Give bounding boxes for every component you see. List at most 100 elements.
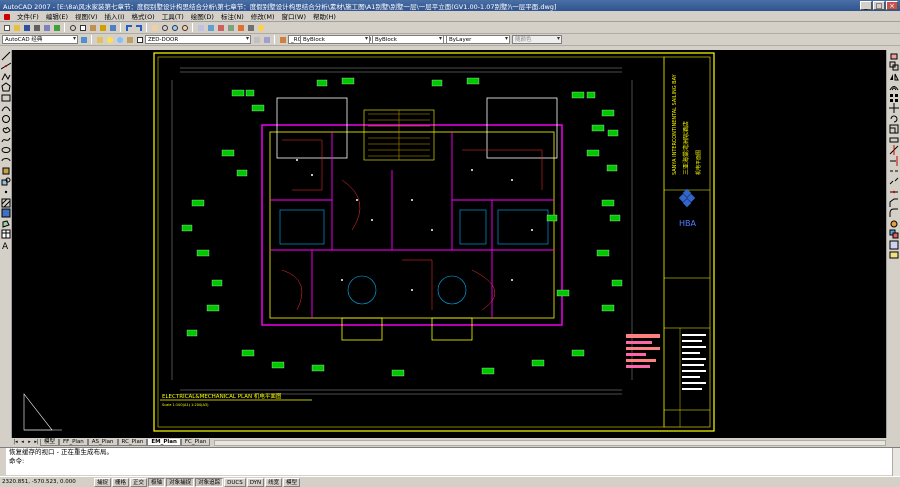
pan-icon[interactable] — [150, 23, 159, 32]
arc-icon[interactable] — [1, 103, 11, 113]
zoom-realtime-icon[interactable] — [160, 23, 169, 32]
redo-icon[interactable] — [134, 23, 143, 32]
status-toggle-7[interactable]: DYN — [246, 477, 265, 487]
polyline-icon[interactable] — [1, 72, 11, 82]
command-window-grip[interactable] — [0, 448, 6, 476]
circle-icon[interactable] — [1, 114, 11, 124]
layer-states-icon[interactable] — [889, 250, 899, 260]
move-icon[interactable] — [889, 103, 899, 113]
cut-icon[interactable] — [68, 23, 77, 32]
gradient-icon[interactable] — [1, 208, 11, 218]
save-icon[interactable] — [22, 23, 31, 32]
tool-palettes-icon[interactable] — [216, 23, 225, 32]
polygon-icon[interactable] — [1, 82, 11, 92]
draw-order-icon[interactable] — [889, 229, 899, 239]
plot-style-select[interactable]: 随颜色 — [512, 35, 562, 44]
status-toggle-6[interactable]: DUCS — [224, 477, 246, 487]
explode-icon[interactable] — [889, 219, 899, 229]
hatch-icon[interactable] — [1, 198, 11, 208]
first-tab-icon[interactable]: |◂ — [12, 439, 19, 446]
color-select[interactable]: ByBlock — [300, 35, 370, 44]
match-properties-icon[interactable] — [98, 23, 107, 32]
properties-icon[interactable] — [196, 23, 205, 32]
maximize-button[interactable]: □ — [873, 1, 885, 10]
point-icon[interactable] — [1, 187, 11, 197]
menu-tools[interactable]: 工具(T) — [161, 11, 185, 21]
copy-icon[interactable] — [78, 23, 87, 32]
undo-icon[interactable] — [124, 23, 133, 32]
menu-file[interactable]: 文件(F) — [16, 11, 40, 21]
menu-edit[interactable]: 编辑(E) — [45, 11, 69, 21]
status-toggle-2[interactable]: 正交 — [130, 477, 148, 487]
next-tab-icon[interactable]: ▸ — [26, 439, 33, 446]
status-toggle-0[interactable]: 捕捉 — [94, 477, 112, 487]
menu-dimension[interactable]: 标注(N) — [220, 11, 245, 21]
close-button[interactable]: × — [886, 1, 898, 10]
line-icon[interactable] — [1, 51, 11, 61]
revision-cloud-icon[interactable] — [1, 124, 11, 134]
block-editor-icon[interactable] — [108, 23, 117, 32]
menu-draw[interactable]: 绘图(D) — [190, 11, 215, 21]
tab-rc-plan[interactable]: RC_Plan — [117, 439, 148, 446]
layer-freeze-icon[interactable] — [115, 35, 124, 44]
array-icon[interactable] — [889, 93, 899, 103]
layer-lock-icon[interactable] — [125, 35, 134, 44]
prev-tab-icon[interactable]: ◂ — [19, 439, 26, 446]
status-toggle-3[interactable]: 极轴 — [148, 477, 166, 487]
erase-icon[interactable] — [889, 51, 899, 61]
plot-preview-icon[interactable] — [42, 23, 51, 32]
paste-icon[interactable] — [88, 23, 97, 32]
join-icon[interactable] — [889, 187, 899, 197]
zoom-previous-icon[interactable] — [180, 23, 189, 32]
text-style-icon[interactable] — [278, 35, 287, 44]
menu-insert[interactable]: 插入(I) — [104, 11, 126, 21]
scale-icon[interactable] — [889, 124, 899, 134]
break-icon[interactable] — [889, 177, 899, 187]
properties-panel-icon[interactable] — [889, 240, 899, 250]
make-current-layer-icon[interactable] — [252, 35, 261, 44]
layer-previous-icon[interactable] — [262, 35, 271, 44]
stretch-icon[interactable] — [889, 135, 899, 145]
command-input[interactable] — [26, 457, 727, 465]
menu-format[interactable]: 格式(O) — [131, 11, 156, 21]
construction-line-icon[interactable] — [0, 61, 12, 71]
calculator-icon[interactable] — [246, 23, 255, 32]
minimize-button[interactable]: _ — [860, 1, 872, 10]
offset-icon[interactable] — [889, 82, 899, 92]
menu-view[interactable]: 视图(V) — [74, 11, 99, 21]
table-icon[interactable] — [1, 229, 11, 239]
tab-em-plan[interactable]: EM_Plan — [147, 439, 181, 446]
status-toggle-8[interactable]: 线宽 — [265, 477, 283, 487]
spline-icon[interactable] — [1, 135, 11, 145]
layer-manager-icon[interactable] — [95, 35, 104, 44]
fillet-icon[interactable] — [889, 208, 899, 218]
markup-icon[interactable] — [236, 23, 245, 32]
workspace-settings-icon[interactable] — [79, 35, 88, 44]
menu-window[interactable]: 窗口(W) — [280, 11, 307, 21]
menu-help[interactable]: 帮助(H) — [312, 11, 337, 21]
layer-color-icon[interactable] — [135, 35, 144, 44]
mirror-icon[interactable] — [889, 72, 899, 82]
plot-icon[interactable] — [32, 23, 41, 32]
status-toggle-1[interactable]: 栅格 — [112, 477, 130, 487]
zoom-window-icon[interactable] — [170, 23, 179, 32]
tab-fc-plan[interactable]: FC_Plan — [180, 439, 211, 446]
extend-icon[interactable] — [889, 155, 899, 166]
command-scrollbar[interactable] — [892, 448, 900, 476]
status-toggle-5[interactable]: 对象追踪 — [195, 477, 224, 487]
layer-select[interactable]: ZED-DOOR — [145, 35, 251, 44]
rectangle-icon[interactable] — [1, 93, 11, 103]
open-file-icon[interactable] — [12, 23, 21, 32]
workspace-select[interactable]: AutoCAD 经典 — [2, 35, 78, 44]
trim-icon[interactable] — [889, 145, 899, 155]
tab-as-plan[interactable]: AS_Plan — [87, 439, 118, 446]
multiline-text-icon[interactable]: A — [1, 240, 11, 252]
break-at-point-icon[interactable] — [889, 166, 899, 176]
help-icon[interactable] — [256, 23, 265, 32]
status-toggle-4[interactable]: 对象捕捉 — [166, 477, 195, 487]
drawing-area[interactable]: ELECTRICAL&MECHANICAL PLAN 机电平面图 Scale 1… — [12, 50, 886, 438]
make-block-icon[interactable] — [1, 177, 11, 187]
design-center-icon[interactable] — [206, 23, 215, 32]
horizontal-scrollbar[interactable] — [214, 440, 886, 446]
chamfer-icon[interactable] — [889, 198, 899, 208]
